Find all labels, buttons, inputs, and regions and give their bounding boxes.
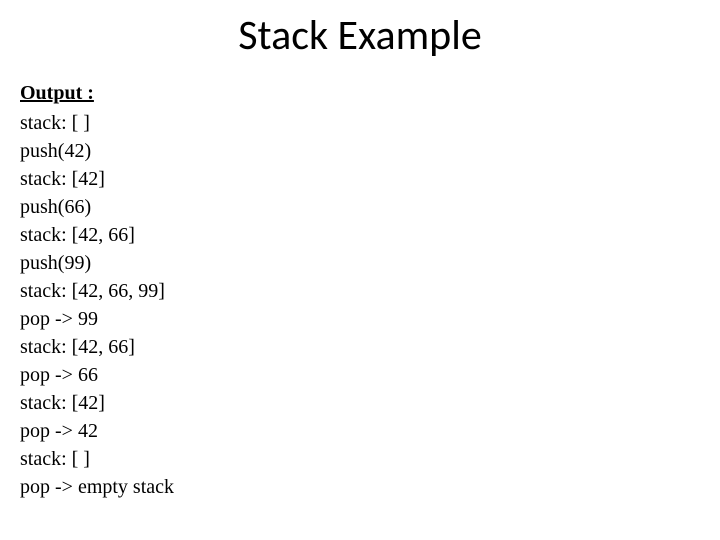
output-line: pop -> 42 — [20, 417, 700, 445]
slide-body: Output : stack: [ ] push(42) stack: [42]… — [20, 82, 700, 501]
output-line: stack: [42, 66] — [20, 333, 700, 361]
output-line: stack: [42, 66, 99] — [20, 277, 700, 305]
output-line: stack: [42] — [20, 389, 700, 417]
slide: Stack Example Output : stack: [ ] push(4… — [0, 0, 720, 540]
output-line: stack: [42] — [20, 165, 700, 193]
output-line: stack: [ ] — [20, 445, 700, 473]
output-header: Output : — [20, 82, 700, 105]
output-line: stack: [42, 66] — [20, 221, 700, 249]
output-line: pop -> 99 — [20, 305, 700, 333]
output-line: push(99) — [20, 249, 700, 277]
output-line: pop -> empty stack — [20, 473, 700, 501]
output-line: push(42) — [20, 137, 700, 165]
output-line: stack: [ ] — [20, 109, 700, 137]
output-line: pop -> 66 — [20, 361, 700, 389]
slide-title: Stack Example — [0, 10, 720, 61]
output-line: push(66) — [20, 193, 700, 221]
